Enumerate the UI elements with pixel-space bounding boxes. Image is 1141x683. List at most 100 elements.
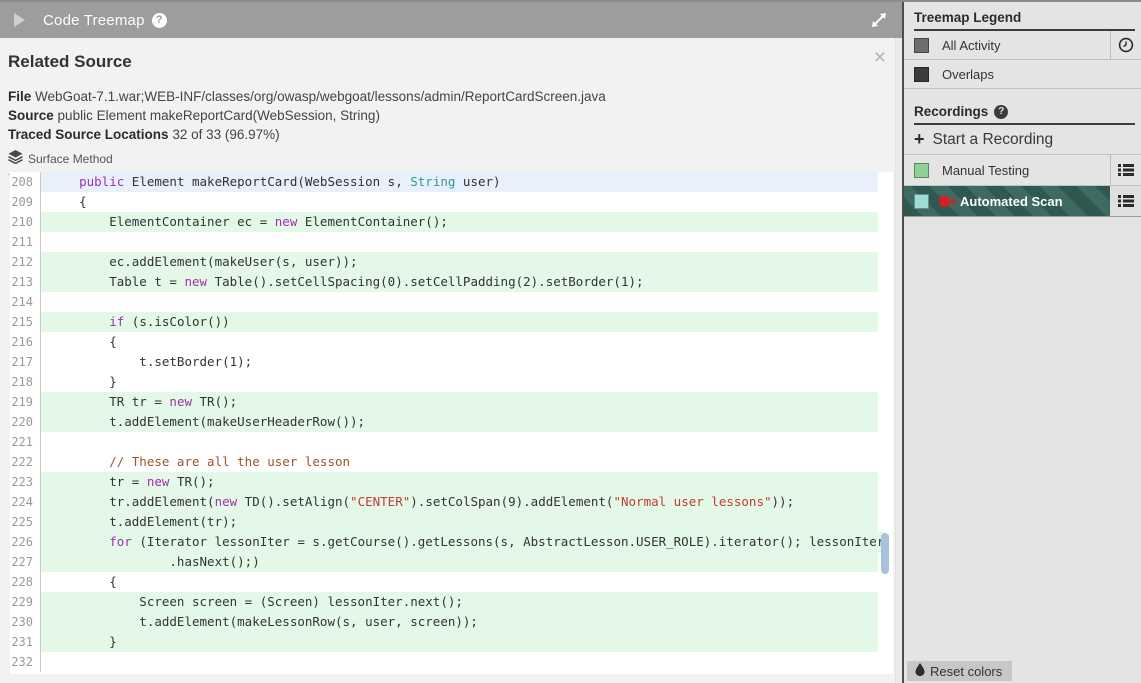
manual-testing-swatch [914, 162, 929, 178]
code-line: 214 [10, 292, 893, 312]
line-code: } [41, 632, 878, 652]
start-recording-label: Start a Recording [932, 130, 1054, 148]
line-number: 211 [10, 232, 41, 252]
reset-colors-button[interactable]: Reset colors [907, 661, 1013, 681]
line-number: 215 [10, 312, 41, 332]
code-scrollbar-thumb[interactable] [881, 533, 889, 574]
code-line: 225 t.addElement(tr); [10, 512, 893, 532]
code-lines: 208 public Element makeReportCard(WebSes… [10, 172, 893, 672]
surface-method-row: Surface Method [8, 150, 902, 167]
list-icon [1118, 164, 1134, 176]
code-line: 219 TR tr = new TR(); [10, 392, 893, 412]
legend-title: Treemap Legend [914, 2, 1135, 31]
line-number: 223 [10, 472, 41, 492]
recordings-title-text: Recordings [914, 104, 989, 119]
expand-diagonal-icon[interactable] [870, 11, 888, 29]
line-code: t.addElement(makeUserHeaderRow()); [41, 412, 878, 432]
line-code: t.setBorder(1); [49, 354, 253, 369]
related-source-title: Related Source [8, 52, 132, 71]
help-icon[interactable]: ? [151, 12, 167, 28]
source-line: Source public Element makeReportCard(Web… [8, 106, 902, 125]
recording-automated-scan[interactable]: Automated Scan [904, 186, 1141, 217]
collapse-arrow-icon[interactable] [14, 13, 25, 27]
automated-scan-swatch [914, 193, 929, 209]
activity-time-button[interactable] [1110, 31, 1141, 59]
line-code: ec.addElement(makeUser(s, user)); [41, 252, 878, 272]
video-camera-icon [939, 195, 956, 208]
code-line: 217 t.setBorder(1); [10, 352, 893, 372]
line-number: 228 [10, 572, 41, 592]
code-viewer: 208 public Element makeReportCard(WebSes… [10, 172, 893, 674]
related-source-panel: × Related Source File WebGoat-7.1.war;WE… [0, 38, 902, 683]
manual-testing-menu-button[interactable] [1110, 155, 1141, 185]
line-number: 232 [10, 652, 41, 672]
code-line: 212 ec.addElement(makeUser(s, user)); [10, 252, 893, 272]
app-window: Code Treemap ? × Related Source File Web… [0, 0, 1141, 683]
line-code: Table t = new Table().setCellSpacing(0).… [41, 272, 878, 292]
line-code: public Element makeReportCard(WebSession… [41, 172, 878, 192]
code-line: 220 t.addElement(makeUserHeaderRow()); [10, 412, 893, 432]
line-code: t.addElement(makeLessonRow(s, user, scre… [41, 612, 878, 632]
overlaps-swatch [914, 66, 929, 82]
line-number: 220 [10, 412, 41, 432]
line-number: 231 [10, 632, 41, 652]
code-line: 222 // These are all the user lesson [10, 452, 893, 472]
line-code: for (Iterator lessonIter = s.getCourse()… [41, 532, 885, 552]
traced-line: Traced Source Locations 32 of 33 (96.97%… [8, 125, 902, 144]
droplet-icon [915, 663, 925, 679]
line-code: { [49, 334, 117, 349]
code-line: 230 t.addElement(makeLessonRow(s, user, … [10, 612, 893, 632]
line-code: { [49, 194, 87, 209]
code-treemap-header: Code Treemap ? [0, 2, 902, 38]
line-number: 221 [10, 432, 41, 452]
line-number: 212 [10, 252, 41, 272]
code-line: 209 { [10, 192, 893, 212]
code-line: 232 [10, 652, 893, 672]
file-line: File WebGoat-7.1.war;WEB-INF/classes/org… [8, 87, 902, 106]
code-line: 208 public Element makeReportCard(WebSes… [10, 172, 893, 192]
plus-icon: + [914, 129, 925, 149]
all-activity-label: All Activity [942, 37, 1001, 53]
line-code: { [49, 574, 117, 589]
traced-label: Traced Source Locations [8, 127, 169, 142]
line-code: TR tr = new TR(); [41, 392, 878, 412]
automated-scan-menu-button[interactable] [1110, 186, 1141, 216]
legend-item-overlaps[interactable]: Overlaps [904, 60, 1141, 89]
line-number: 214 [10, 292, 41, 312]
start-recording-button[interactable]: + Start a Recording [904, 125, 1141, 155]
code-line: 224 tr.addElement(new TD().setAlign("CEN… [10, 492, 893, 512]
traced-value: 32 of 33 (96.97%) [172, 127, 280, 142]
line-number: 218 [10, 372, 41, 392]
panel-scrollbar-track[interactable] [895, 38, 902, 683]
surface-method-label: Surface Method [28, 151, 113, 166]
source-label: Source [8, 108, 54, 123]
line-code: .hasNext();) [41, 552, 878, 572]
line-number: 216 [10, 332, 41, 352]
file-label: File [8, 89, 32, 104]
line-code: t.addElement(tr); [41, 512, 878, 532]
code-line: 213 Table t = new Table().setCellSpacing… [10, 272, 893, 292]
treemap-title: Code Treemap [43, 11, 145, 29]
code-line: 211 [10, 232, 893, 252]
recordings-help-icon[interactable]: ? [994, 104, 1009, 119]
code-line: 221 [10, 432, 893, 452]
reset-colors-label: Reset colors [930, 663, 1003, 679]
line-code: Screen screen = (Screen) lessonIter.next… [41, 592, 878, 612]
list-icon [1117, 195, 1134, 207]
line-number: 226 [10, 532, 41, 552]
legend-item-all-activity[interactable]: All Activity [904, 31, 1141, 60]
all-activity-swatch [914, 37, 929, 53]
line-code: if (s.isColor()) [41, 312, 878, 332]
line-number: 208 [10, 172, 41, 192]
code-line: 227 .hasNext();) [10, 552, 893, 572]
line-number: 222 [10, 452, 41, 472]
line-number: 224 [10, 492, 41, 512]
close-icon[interactable]: × [874, 47, 886, 68]
code-line: 210 ElementContainer ec = new ElementCon… [10, 212, 893, 232]
recording-manual-testing[interactable]: Manual Testing [904, 155, 1141, 186]
clock-icon [1118, 37, 1134, 53]
